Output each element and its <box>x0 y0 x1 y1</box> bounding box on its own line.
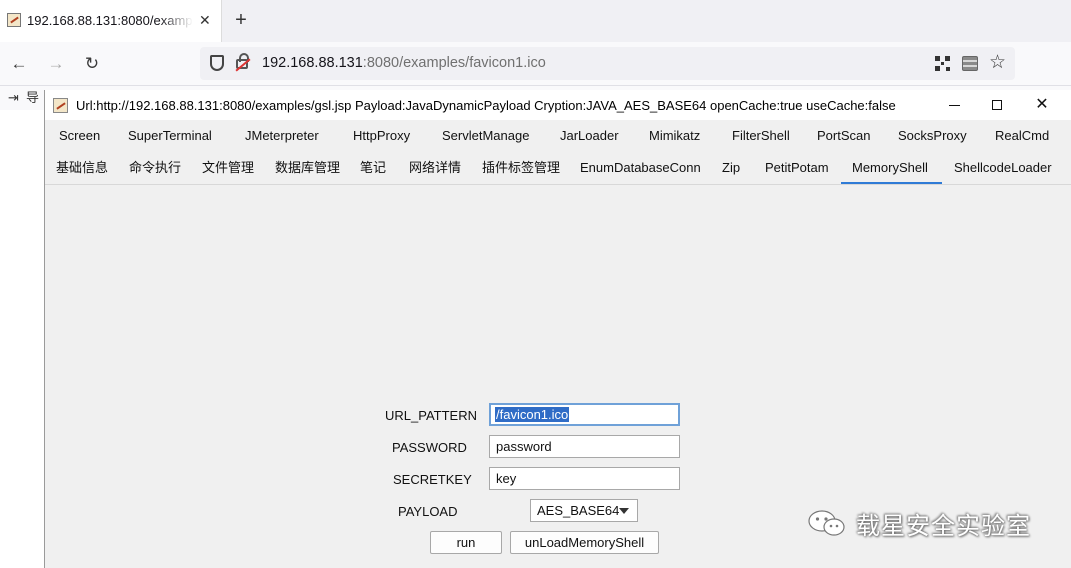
import-icon[interactable]: ⇥ <box>8 90 19 106</box>
url-pattern-input[interactable]: /favicon1.ico <box>489 403 680 426</box>
tab-portscan[interactable]: PortScan <box>817 120 870 152</box>
tab-command-exec[interactable]: 命令执行 <box>129 152 181 184</box>
url-path: :8080/examples/favicon1.ico <box>362 55 546 71</box>
minimize-icon <box>949 105 960 106</box>
watermark: 载星安全实验室 <box>806 506 1046 540</box>
window-title: Url:http://192.168.88.131:8080/examples/… <box>76 98 896 113</box>
forward-button[interactable]: → <box>43 51 69 77</box>
reload-button[interactable]: ↻ <box>79 51 105 77</box>
tab-row-main: 基础信息 命令执行 文件管理 数据库管理 笔记 网络详情 插件标签管理 Enum… <box>45 152 1071 184</box>
back-button[interactable]: ← <box>6 51 32 77</box>
tab-servletmanage[interactable]: ServletManage <box>442 120 529 152</box>
browser-tab-strip: 192.168.88.131:8080/examples/favicon1.ic… <box>0 0 1071 42</box>
close-icon[interactable]: ✕ <box>199 11 211 29</box>
tab-petitpotam[interactable]: PetitPotam <box>765 152 829 184</box>
favicon-icon <box>7 13 21 27</box>
tab-shellcodeloader[interactable]: ShellcodeLoader <box>954 152 1052 184</box>
tab-panel-divider <box>45 184 1071 185</box>
password-label: PASSWORD <box>392 440 467 455</box>
app-icon <box>53 98 68 113</box>
tab-enumdatabaseconn[interactable]: EnumDatabaseConn <box>580 152 701 184</box>
maximize-icon <box>992 100 1002 110</box>
bookmark-star-icon[interactable]: ☆ <box>989 51 1006 75</box>
tab-screen[interactable]: Screen <box>59 120 100 152</box>
tab-jmeterpreter[interactable]: JMeterpreter <box>245 120 319 152</box>
tab-plugin-tag-manager[interactable]: 插件标签管理 <box>482 152 560 184</box>
tab-notes[interactable]: 笔记 <box>360 152 386 184</box>
tab-socksproxy[interactable]: SocksProxy <box>898 120 967 152</box>
qr-code-icon[interactable] <box>935 56 950 71</box>
url-host: 192.168.88.131 <box>262 55 363 71</box>
server-icon[interactable] <box>962 56 978 71</box>
tab-row-plugins: Screen SuperTerminal JMeterpreter HttpPr… <box>45 120 1071 152</box>
tab-filtershell[interactable]: FilterShell <box>732 120 790 152</box>
tab-network-details[interactable]: 网络详情 <box>409 152 461 184</box>
minimize-button[interactable] <box>933 90 977 120</box>
tab-mimikatz[interactable]: Mimikatz <box>649 120 700 152</box>
window-close-button[interactable]: ✕ <box>1020 90 1064 120</box>
watermark-text: 载星安全实验室 <box>856 513 1031 540</box>
tab-superterminal[interactable]: SuperTerminal <box>128 120 212 152</box>
secretkey-input[interactable]: key <box>489 467 680 490</box>
unload-memory-shell-button[interactable]: unLoadMemoryShell <box>510 531 659 554</box>
chevron-down-icon <box>619 508 629 514</box>
browser-tab-title: 192.168.88.131:8080/examples/favicon1.ic… <box>27 13 193 28</box>
tab-basic-info[interactable]: 基础信息 <box>56 152 108 184</box>
run-button[interactable]: run <box>430 531 502 554</box>
address-bar[interactable]: 192.168.88.131:8080/examples/favicon1.ic… <box>200 47 1015 80</box>
tab-database-manager[interactable]: 数据库管理 <box>275 152 340 184</box>
url-pattern-value: /favicon1.ico <box>495 407 570 422</box>
payload-selected-value: AES_BASE64 <box>537 503 620 518</box>
url-text[interactable]: 192.168.88.131:8080/examples/favicon1.ic… <box>262 55 546 71</box>
tab-file-manager[interactable]: 文件管理 <box>202 152 254 184</box>
tab-memoryshell[interactable]: MemoryShell <box>841 152 942 184</box>
browser-nav-bar: ← → ↻ 192.168.88.131:8080/examples/favic… <box>0 42 1071 86</box>
tab-httpproxy[interactable]: HttpProxy <box>353 120 410 152</box>
window-title-bar[interactable]: Url:http://192.168.88.131:8080/examples/… <box>45 90 1071 120</box>
browser-tab[interactable]: 192.168.88.131:8080/examples/favicon1.ic… <box>0 0 222 42</box>
shield-icon[interactable] <box>210 55 224 71</box>
url-pattern-label: URL_PATTERN <box>385 408 477 423</box>
tab-realcmd[interactable]: RealCmd <box>995 120 1049 152</box>
payload-select[interactable]: AES_BASE64 <box>530 499 638 522</box>
password-input[interactable]: password <box>489 435 680 458</box>
secretkey-label: SECRETKEY <box>393 472 472 487</box>
new-tab-button[interactable]: + <box>229 8 253 32</box>
tab-jarloader[interactable]: JarLoader <box>560 120 619 152</box>
tab-zip[interactable]: Zip <box>722 152 740 184</box>
maximize-button[interactable] <box>976 90 1020 120</box>
bookmark-item[interactable]: 导 <box>26 90 39 106</box>
app-window: Url:http://192.168.88.131:8080/examples/… <box>44 90 1071 568</box>
payload-label: PAYLOAD <box>398 504 458 519</box>
wechat-icon <box>808 510 845 536</box>
insecure-lock-icon[interactable] <box>236 53 249 69</box>
